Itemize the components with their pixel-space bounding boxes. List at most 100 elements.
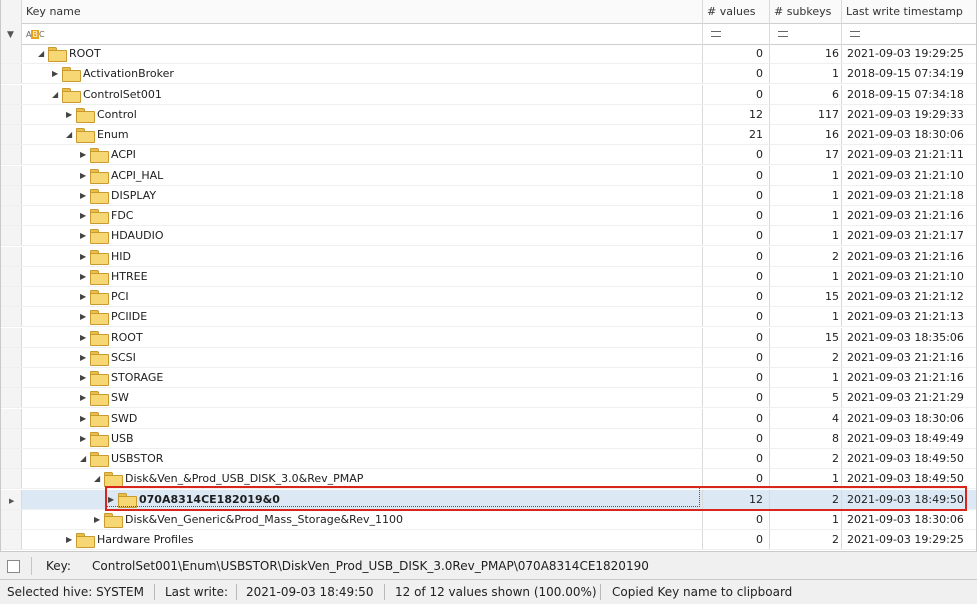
key-name-cell[interactable]: ◢ USBSTOR	[22, 449, 703, 468]
tree-row[interactable]: ▶ DISPLAY 0 1 2021-09-03 21:21:18	[1, 186, 976, 206]
tree-row[interactable]: ▶ PCIIDE 0 1 2021-09-03 21:21:13	[1, 307, 976, 327]
last-write-cell: 2021-09-03 21:21:16	[847, 351, 964, 364]
expand-toggle-icon[interactable]: ▶	[80, 368, 86, 387]
expand-toggle-icon[interactable]: ▶	[80, 226, 86, 245]
key-name-cell[interactable]: ▶ USB	[22, 429, 703, 448]
subkeys-cell: 15	[770, 287, 842, 306]
collapse-toggle-icon[interactable]: ◢	[52, 85, 58, 104]
expand-toggle-icon[interactable]: ▶	[80, 186, 86, 205]
key-name-cell[interactable]: ▶ ROOT	[22, 328, 703, 347]
tree-row[interactable]: ▶ ActivationBroker 0 1 2018-09-15 07:34:19	[1, 64, 976, 84]
tree-row[interactable]: ◢ Enum 21 16 2021-09-03 18:30:06	[1, 125, 976, 145]
subkeys-cell: 15	[770, 328, 842, 347]
key-name-cell[interactable]: ▶ PCI	[22, 287, 703, 306]
values-shown: 12 of 12 values shown (100.00%)	[395, 585, 597, 599]
expand-toggle-icon[interactable]: ▶	[94, 510, 100, 529]
column-header-subkeys[interactable]: # subkeys	[770, 0, 842, 23]
row-gutter	[1, 247, 22, 266]
last-write-cell: 2021-09-03 21:21:16	[847, 371, 964, 384]
subkeys-cell: 16	[770, 125, 842, 144]
tree-row[interactable]: ◢ ControlSet001 0 6 2018-09-15 07:34:18	[1, 85, 976, 105]
collapse-toggle-icon[interactable]: ◢	[94, 469, 100, 488]
expand-toggle-icon[interactable]: ▶	[80, 206, 86, 225]
tree-row[interactable]: ▶ ROOT 0 15 2021-09-03 18:35:06	[1, 328, 976, 348]
expand-toggle-icon[interactable]: ▶	[66, 530, 72, 549]
last-write-filter-cell[interactable]	[842, 23, 976, 44]
column-header-values[interactable]: # values	[703, 0, 770, 23]
key-name-cell[interactable]: ◢ ControlSet001	[22, 85, 703, 104]
abc-filter-icon[interactable]: ABC	[22, 30, 45, 39]
tree-row[interactable]: ▶ Control 12 117 2021-09-03 19:29:33	[1, 105, 976, 125]
key-name-cell[interactable]: ▶ HID	[22, 247, 703, 266]
tree-row[interactable]: ▶ FDC 0 1 2021-09-03 21:21:16	[1, 206, 976, 226]
tree-row[interactable]: ▶ SW 0 5 2021-09-03 21:21:29	[1, 388, 976, 408]
tree-row[interactable]: ▶ ACPI_HAL 0 1 2021-09-03 21:21:10	[1, 166, 976, 186]
key-bar-checkbox[interactable]	[7, 560, 20, 573]
key-name-cell[interactable]: ▶ ACPI	[22, 145, 703, 164]
expand-toggle-icon[interactable]: ▶	[80, 328, 86, 347]
values-cell: 0	[703, 247, 770, 266]
column-header-key-name[interactable]: Key name	[22, 0, 703, 23]
filter-funnel-icon[interactable]: ▼	[1, 23, 22, 44]
tree-row[interactable]: ▶ HTREE 0 1 2021-09-03 21:21:10	[1, 267, 976, 287]
subkeys-cell: 17	[770, 145, 842, 164]
expand-toggle-icon[interactable]: ▶	[80, 287, 86, 306]
tree-row[interactable]: ▶ PCI 0 15 2021-09-03 21:21:12	[1, 287, 976, 307]
key-name-cell[interactable]: ▶ ACPI_HAL	[22, 166, 703, 185]
tree-row[interactable]: ◢ ROOT 0 16 2021-09-03 19:29:25	[1, 44, 976, 64]
key-path[interactable]: ControlSet001\Enum\USBSTOR\DiskVen_Prod_…	[92, 552, 649, 580]
tree-row[interactable]: ▶ STORAGE 0 1 2021-09-03 21:21:16	[1, 368, 976, 388]
tree-row[interactable]: ▶ USB 0 8 2021-09-03 18:49:49	[1, 429, 976, 449]
subkeys-filter-cell[interactable]	[770, 23, 842, 44]
selected-hive: Selected hive: SYSTEM	[7, 585, 144, 599]
expand-toggle-icon[interactable]: ▶	[80, 267, 86, 286]
tree-row[interactable]: ▶ SWD 0 4 2021-09-03 18:30:06	[1, 409, 976, 429]
collapse-toggle-icon[interactable]: ◢	[66, 125, 72, 144]
expand-toggle-icon[interactable]: ▶	[80, 388, 86, 407]
expand-toggle-icon[interactable]: ▶	[80, 409, 86, 428]
key-name-filter-cell[interactable]: ABC	[22, 23, 703, 44]
tree-row[interactable]: ▶ Disk&Ven_Generic&Prod_Mass_Storage&Rev_…	[1, 510, 976, 530]
last-write-cell: 2021-09-03 18:30:06	[847, 412, 964, 425]
key-name-cell[interactable]: ▶ STORAGE	[22, 368, 703, 387]
key-name-cell[interactable]: ▶ DISPLAY	[22, 186, 703, 205]
column-header-last-write[interactable]: Last write timestamp	[842, 0, 976, 23]
key-name-cell[interactable]: ▶ ActivationBroker	[22, 64, 703, 83]
row-gutter	[1, 449, 22, 468]
row-gutter	[1, 530, 22, 549]
expand-toggle-icon[interactable]: ▶	[80, 145, 86, 164]
expand-toggle-icon[interactable]: ▶	[80, 348, 86, 367]
key-name-cell[interactable]: ▶ HTREE	[22, 267, 703, 286]
key-name-cell[interactable]: ▶ Disk&Ven_Generic&Prod_Mass_Storage&Rev_…	[22, 510, 703, 529]
key-name-cell[interactable]: ◢ ROOT	[22, 44, 703, 63]
tree-row[interactable]: ▶ HID 0 2 2021-09-03 21:21:16	[1, 247, 976, 267]
key-name-cell[interactable]: ▶ Hardware Profiles	[22, 530, 703, 549]
key-name-cell[interactable]: ▶ FDC	[22, 206, 703, 225]
values-filter-cell[interactable]	[703, 23, 770, 44]
key-name-cell[interactable]: ▶ SWD	[22, 409, 703, 428]
key-name-cell[interactable]: ▶ SCSI	[22, 348, 703, 367]
row-gutter	[1, 368, 22, 387]
values-cell: 0	[703, 368, 770, 387]
key-label: Key:	[46, 559, 71, 573]
expand-toggle-icon[interactable]: ▶	[80, 166, 86, 185]
expand-toggle-icon[interactable]: ▶	[66, 105, 72, 124]
tree-row[interactable]: ▶ SCSI 0 2 2021-09-03 21:21:16	[1, 348, 976, 368]
expand-toggle-icon[interactable]: ▶	[80, 429, 86, 448]
tree-row[interactable]: ◢ USBSTOR 0 2 2021-09-03 18:49:50	[1, 449, 976, 469]
tree-row[interactable]: ▶ HDAUDIO 0 1 2021-09-03 21:21:17	[1, 226, 976, 246]
expand-toggle-icon[interactable]: ▶	[52, 64, 58, 83]
key-name-cell[interactable]: ▶ Control	[22, 105, 703, 124]
key-name-cell[interactable]: ▶ PCIIDE	[22, 307, 703, 326]
folder-icon	[104, 472, 123, 487]
tree-row[interactable]: ▶ ACPI 0 17 2021-09-03 21:21:11	[1, 145, 976, 165]
expand-toggle-icon[interactable]: ▶	[80, 307, 86, 326]
collapse-toggle-icon[interactable]: ◢	[80, 449, 86, 468]
key-name-cell[interactable]: ◢ Enum	[22, 125, 703, 144]
collapse-toggle-icon[interactable]: ◢	[38, 44, 44, 63]
expand-toggle-icon[interactable]: ▶	[80, 247, 86, 266]
key-name-cell[interactable]: ▶ SW	[22, 388, 703, 407]
tree-row[interactable]: ▶ Hardware Profiles 0 2 2021-09-03 19:29:25	[1, 530, 976, 550]
folder-icon	[90, 189, 109, 204]
key-name-cell[interactable]: ▶ HDAUDIO	[22, 226, 703, 245]
